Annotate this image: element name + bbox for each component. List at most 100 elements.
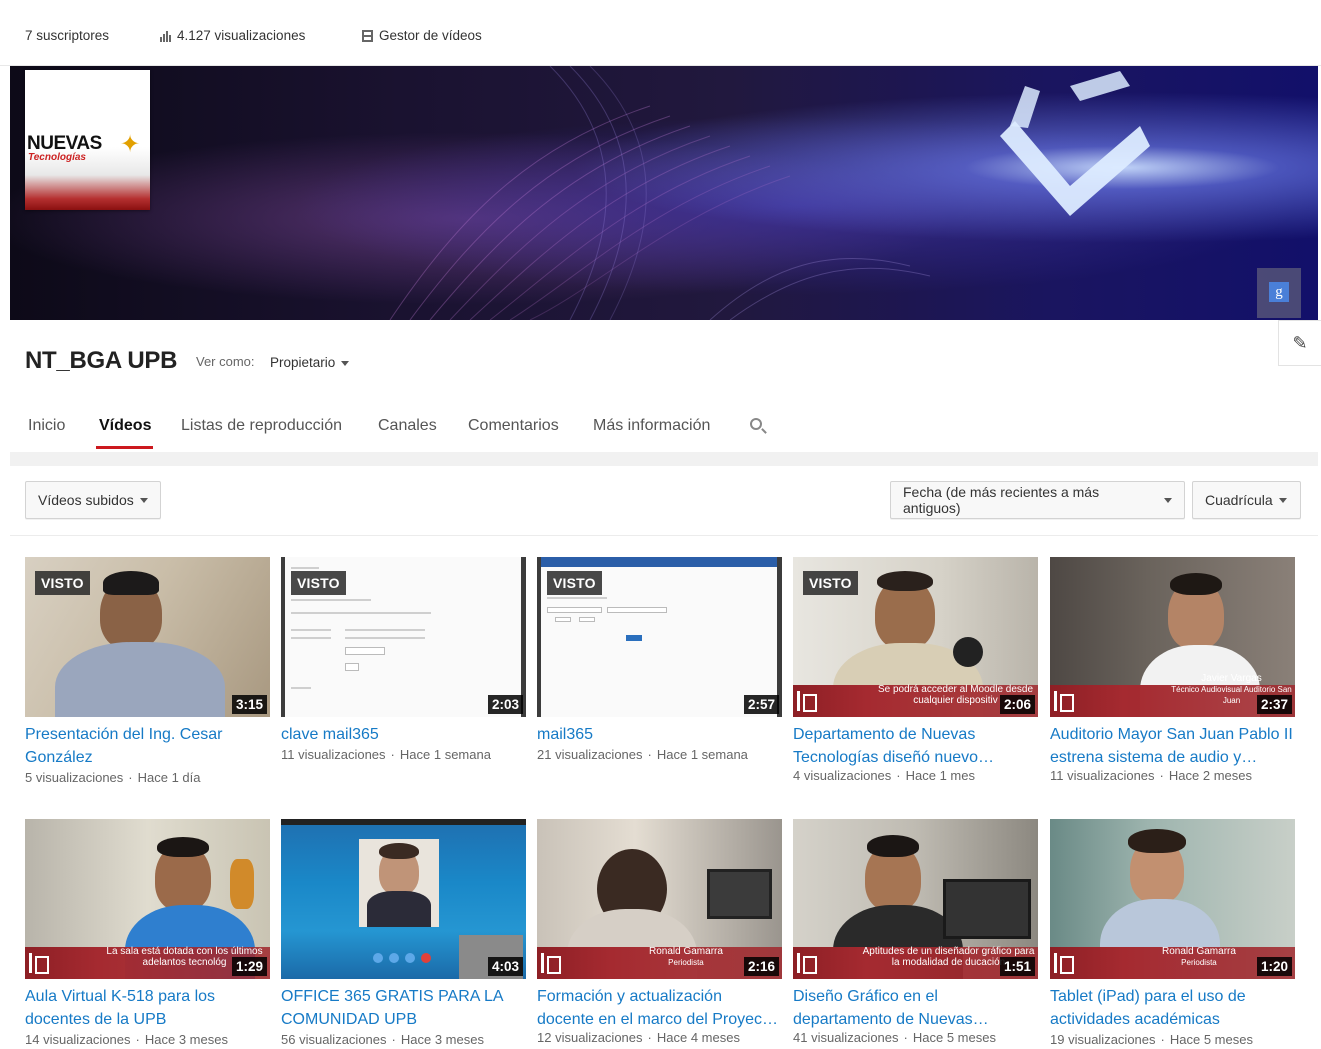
channel-logo[interactable]: NUEVAS Tecnologías ✦	[25, 70, 150, 210]
video-title[interactable]: Presentación del Ing. Cesar González	[25, 723, 270, 769]
uploads-dropdown-label: Vídeos subidos	[38, 492, 134, 508]
bar-chart-icon	[160, 30, 171, 42]
active-tab-indicator	[96, 446, 153, 449]
video-age: Hace 2 meses	[1168, 768, 1252, 783]
video-title[interactable]: Departamento de Nuevas Tecnologías diseñ…	[793, 723, 1038, 769]
tab-videos[interactable]: Vídeos	[99, 417, 151, 435]
watched-badge: VISTO	[547, 571, 602, 595]
chevron-down-icon	[1164, 497, 1172, 503]
video-age: Hace 1 semana	[656, 747, 748, 762]
video-duration: 2:37	[1256, 695, 1292, 714]
video-duration: 2:06	[999, 695, 1035, 714]
video-thumbnail[interactable]: Se podrá acceder al Moodle desde cualqui…	[793, 557, 1038, 717]
subscriber-count-text: 7 suscriptores	[25, 28, 110, 43]
sort-dropdown-label: Fecha (de más recientes a más antiguos)	[903, 484, 1100, 516]
video-meta: 56 visualizaciones · Hace 3 meses	[281, 1032, 484, 1047]
video-views: 5 visualizaciones	[25, 770, 124, 785]
layout-dropdown-label: Cuadrícula	[1205, 492, 1273, 508]
channel-tabs: Inicio Vídeos Listas de reproducción Can…	[0, 400, 1321, 450]
channel-title: NT_BGA UPB	[25, 347, 178, 374]
video-title[interactable]: Tablet (iPad) para el uso de actividades…	[1050, 985, 1295, 1031]
video-duration: 4:03	[487, 957, 523, 976]
video-thumbnail[interactable]: VISTO 2:03	[281, 557, 526, 717]
video-duration: 3:15	[231, 695, 267, 714]
video-title[interactable]: Aula Virtual K-518 para los docentes de …	[25, 985, 270, 1031]
watched-badge: VISTO	[803, 571, 858, 595]
tab-channels[interactable]: Canales	[378, 417, 437, 435]
video-thumbnail[interactable]: La sala está dotada con los últimos adel…	[25, 819, 270, 979]
video-meta: 19 visualizaciones · Hace 5 meses	[1050, 1032, 1253, 1047]
video-views: 41 visualizaciones	[793, 1030, 899, 1045]
video-age: Hace 3 meses	[144, 1032, 228, 1047]
video-title[interactable]: Auditorio Mayor San Juan Pablo II estren…	[1050, 723, 1295, 769]
tab-playlists[interactable]: Listas de reproducción	[181, 417, 342, 435]
video-duration: 1:51	[999, 957, 1035, 976]
pencil-icon: ✎	[1292, 332, 1308, 353]
search-icon[interactable]	[750, 418, 762, 430]
video-meta: 11 visualizaciones · Hace 1 semana	[281, 747, 491, 762]
video-views: 19 visualizaciones	[1050, 1032, 1156, 1047]
video-meta: 14 visualizaciones · Hace 3 meses	[25, 1032, 228, 1047]
video-duration: 1:29	[231, 957, 267, 976]
video-thumbnail[interactable]: Aptitudes de un diseñador gráfico para l…	[793, 819, 1038, 979]
google-plus-icon: g	[1269, 282, 1289, 302]
video-age: Hace 1 mes	[905, 768, 975, 783]
video-age: Hace 5 meses	[1169, 1032, 1253, 1047]
google-plus-link[interactable]: g	[1257, 268, 1301, 318]
video-age: Hace 5 meses	[912, 1030, 996, 1045]
video-title[interactable]: Diseño Gráfico en el departamento de Nue…	[793, 985, 1038, 1031]
video-manager-link[interactable]: Gestor de vídeos	[362, 28, 482, 43]
edit-channel-button[interactable]: ✎	[1278, 320, 1321, 366]
video-views: 56 visualizaciones	[281, 1032, 387, 1047]
video-title[interactable]: Formación y actualización docente en el …	[537, 985, 782, 1031]
video-views: 12 visualizaciones	[537, 1030, 643, 1045]
video-manager-label: Gestor de vídeos	[379, 28, 482, 43]
view-count-text: 4.127 visualizaciones	[177, 28, 306, 43]
uploads-dropdown[interactable]: Vídeos subidos	[25, 481, 161, 519]
video-meta: 11 visualizaciones · Hace 2 meses	[1050, 768, 1252, 783]
banner-artwork	[389, 66, 1150, 320]
video-meta: 12 visualizaciones · Hace 4 meses	[537, 1030, 740, 1045]
video-views: 4 visualizaciones	[793, 768, 892, 783]
video-thumbnail[interactable]: Javier Vargas Técnico Audiovisual Auditor…	[1050, 557, 1295, 717]
video-title[interactable]: OFFICE 365 GRATIS PARA LA COMUNIDAD UPB	[281, 985, 526, 1031]
filter-divider	[10, 535, 1318, 536]
view-as-dropdown[interactable]: Propietario	[270, 355, 350, 370]
watched-badge: VISTO	[35, 571, 90, 595]
view-as-value: Propietario	[270, 355, 336, 370]
chevron-down-icon	[139, 497, 148, 503]
tab-comments[interactable]: Comentarios	[468, 417, 559, 435]
video-views: 11 visualizaciones	[281, 747, 386, 762]
video-duration: 1:20	[1256, 957, 1292, 976]
subscriber-count: 7 suscriptores	[25, 28, 109, 43]
chevron-down-icon	[341, 360, 350, 366]
video-caption-subtitle: Periodista	[1181, 958, 1217, 967]
watched-badge: VISTO	[291, 571, 346, 595]
video-caption-subtitle: Periodista	[668, 958, 704, 967]
video-views: 21 visualizaciones	[537, 747, 643, 762]
tab-inicio[interactable]: Inicio	[28, 417, 65, 435]
video-duration: 2:03	[487, 695, 523, 714]
video-thumbnail[interactable]: VISTO 2:57	[537, 557, 782, 717]
layout-dropdown[interactable]: Cuadrícula	[1192, 481, 1301, 519]
video-thumbnail[interactable]: 4:03	[281, 819, 526, 979]
tab-about[interactable]: Más información	[593, 417, 710, 435]
video-caption: Ronald Gamarra	[1162, 946, 1236, 957]
video-views: 14 visualizaciones	[25, 1032, 131, 1047]
channel-banner	[10, 66, 1318, 320]
sort-dropdown[interactable]: Fecha (de más recientes a más antiguos)	[890, 481, 1185, 519]
video-meta: 4 visualizaciones · Hace 1 mes	[793, 768, 975, 783]
video-age: Hace 1 semana	[399, 747, 491, 762]
video-caption: Javier Vargas	[1201, 673, 1262, 684]
video-manager-icon	[362, 29, 373, 42]
video-age: Hace 1 día	[137, 770, 201, 785]
section-divider	[10, 452, 1318, 466]
video-duration: 2:57	[743, 695, 779, 714]
chevron-down-icon	[1278, 497, 1287, 503]
video-title[interactable]: mail365	[537, 723, 782, 746]
video-title[interactable]: clave mail365	[281, 723, 526, 746]
video-thumbnail[interactable]: Ronald Gamarra Periodista 2:16	[537, 819, 782, 979]
video-thumbnail[interactable]: VISTO 3:15	[25, 557, 270, 717]
view-as-label: Ver como:	[196, 354, 255, 369]
video-thumbnail[interactable]: Ronald Gamarra Periodista 1:20	[1050, 819, 1295, 979]
